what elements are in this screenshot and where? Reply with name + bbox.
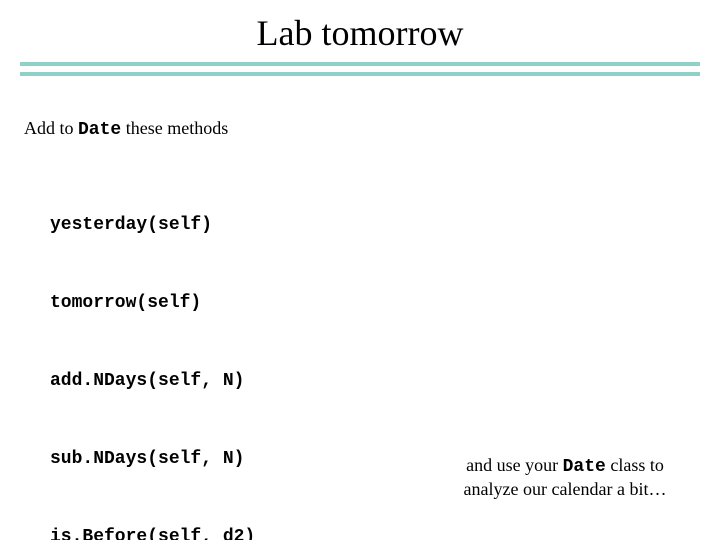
divider-bottom: [20, 72, 700, 76]
method-item: yesterday(self): [50, 212, 266, 238]
method-item: is.Before(self, d2): [50, 524, 266, 540]
divider-top: [20, 62, 700, 66]
footnote-prefix: and use your: [466, 455, 562, 475]
method-item: add.NDays(self, N): [50, 368, 266, 394]
page-title: Lab tomorrow: [0, 12, 720, 54]
method-list: yesterday(self) tomorrow(self) add.NDays…: [50, 160, 266, 540]
footnote-class-name: Date: [563, 457, 606, 477]
method-item: tomorrow(self): [50, 290, 266, 316]
method-item: sub.NDays(self, N): [50, 446, 266, 472]
intro-suffix: these methods: [121, 118, 228, 138]
intro-line: Add to Date these methods: [24, 118, 228, 140]
footnote: and use your Date class to analyze our c…: [440, 454, 690, 500]
slide: Lab tomorrow Add to Date these methods y…: [0, 0, 720, 540]
intro-class-name: Date: [78, 120, 121, 140]
intro-prefix: Add to: [24, 118, 78, 138]
